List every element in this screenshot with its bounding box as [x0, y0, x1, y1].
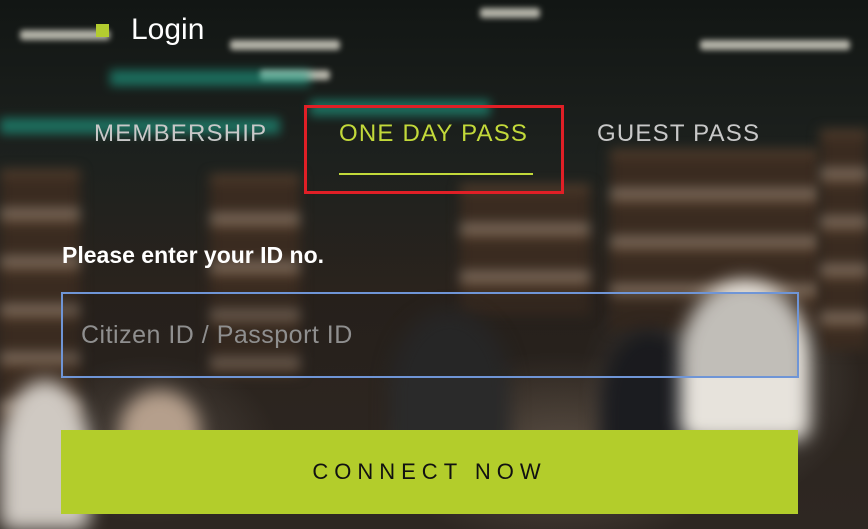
square-bullet-icon [96, 23, 109, 37]
id-number-input[interactable] [61, 292, 799, 378]
tab-highlight-box [304, 105, 564, 194]
tab-membership[interactable]: MEMBERSHIP [94, 120, 267, 148]
id-field-label: Please enter your ID no. [62, 242, 325, 268]
connect-now-button[interactable]: CONNECT NOW [61, 430, 798, 514]
page-title: Login [131, 13, 205, 46]
tab-guest-pass[interactable]: GUEST PASS [597, 120, 760, 148]
login-header: Login [96, 12, 204, 48]
